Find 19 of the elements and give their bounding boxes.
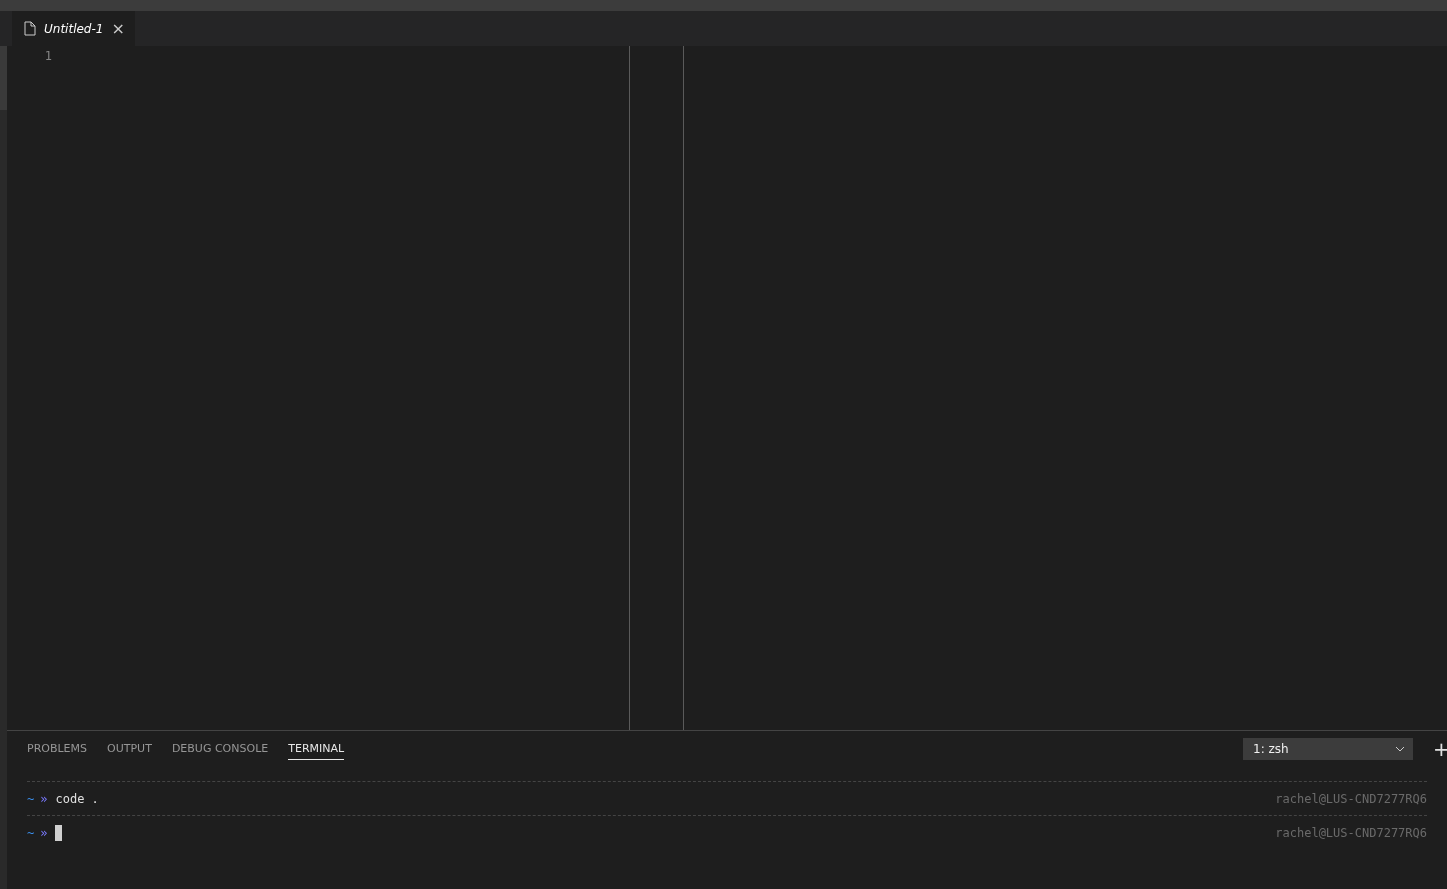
file-icon	[24, 21, 36, 36]
prompt-tilde: ~	[27, 825, 35, 840]
panel-tab[interactable]: TERMINAL	[288, 738, 345, 760]
new-terminal-button[interactable]: +	[1433, 741, 1447, 757]
terminal-host: rachel@LUS-CND7277RQ6	[1275, 825, 1427, 840]
close-icon[interactable]: ×	[111, 19, 125, 38]
prompt-arrow: »	[40, 825, 48, 840]
panel-tab[interactable]: PROBLEMS	[27, 738, 88, 760]
terminal-host: rachel@LUS-CND7277RQ6	[1275, 791, 1427, 806]
panel-tab[interactable]: DEBUG CONSOLE	[171, 738, 269, 760]
editor-tab[interactable]: Untitled-1 ×	[12, 11, 135, 46]
prompt-tilde: ~	[27, 791, 35, 806]
prompt-arrow: »	[40, 791, 48, 806]
line-number: 1	[43, 49, 52, 63]
terminal-dropdown[interactable]: 1: zsh	[1243, 738, 1413, 760]
scrollbar-thumb[interactable]	[0, 46, 7, 110]
chevron-icon	[1395, 746, 1405, 752]
terminal-command: code .	[55, 791, 99, 806]
panel-tab[interactable]: OUTPUT	[107, 738, 152, 760]
